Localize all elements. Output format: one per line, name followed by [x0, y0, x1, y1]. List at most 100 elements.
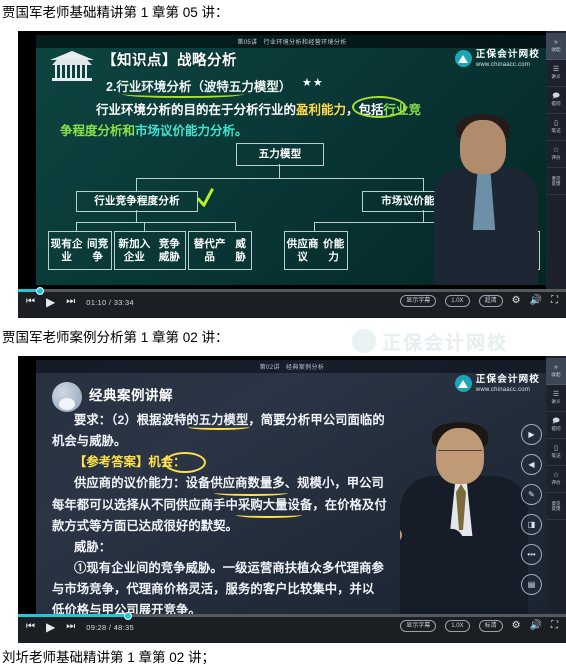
diagram-line-leaf-4: [314, 222, 316, 231]
diagram-line-right-down: [423, 178, 425, 191]
next-icon[interactable]: ⏭: [66, 297, 75, 307]
diagram-leaf-box: 供应商议 价能力: [284, 231, 348, 270]
diagram-leaf-box: 替代产品 威胁: [188, 231, 252, 270]
tool-side-panel-2[interactable]: » 收起 ☰ 讲义 🗩 提问 ▯ 笔记 ☆ 评价 意见 反馈: [546, 356, 566, 614]
video-stage-1[interactable]: 第05讲 行业环境分析和经营环境分析 【知识点】战略分析 2.行业环境分析（波特…: [18, 31, 566, 289]
progress-bar-2[interactable]: [18, 611, 566, 620]
side-panel-label: 笔记: [551, 128, 561, 134]
side-panel-label: 讲义: [551, 74, 561, 80]
side-panel-item-1[interactable]: ☰ 讲义: [546, 60, 566, 87]
list-icon: ☰: [552, 391, 560, 399]
time-separator: /: [108, 297, 112, 307]
diagram-root-box: 五力模型: [236, 143, 324, 166]
overlay-circle-buttons[interactable]: ▶ ◀ ✎ ◨ ••• ▤: [521, 424, 542, 595]
video-player-1[interactable]: 第05讲 行业环境分析和经营环境分析 【知识点】战略分析 2.行业环境分析（波特…: [18, 31, 566, 318]
duration: 33:34: [113, 297, 134, 307]
back-circle-button[interactable]: ◀: [521, 454, 542, 475]
gear-icon[interactable]: ⚙: [512, 296, 521, 306]
play-circle-button[interactable]: ▶: [521, 424, 542, 445]
side-panel-item-5[interactable]: 意见 反馈: [546, 493, 566, 520]
diagram-line-leaf-1: [76, 222, 78, 231]
side-panel-item-3[interactable]: ▯ 笔记: [546, 114, 566, 141]
side-panel-label: 提问: [551, 426, 561, 432]
brand-logo-1: 正保会计网校 www.chinaacc.com: [454, 49, 540, 68]
brand-name: 正保会计网校: [475, 49, 540, 60]
speed-selector-1[interactable]: 1.0X: [445, 295, 470, 308]
side-panel-label: 笔记: [551, 453, 561, 459]
lesson-number: 第05讲: [237, 40, 258, 46]
current-time: 09:28: [86, 622, 107, 632]
side-panel-label: 评价: [551, 480, 561, 486]
subtitle-toggle-2[interactable]: 显示字幕: [400, 620, 437, 633]
prev-icon[interactable]: ⏮: [26, 297, 35, 307]
chalk-ellipse-profit: [352, 96, 406, 118]
video-stage-2[interactable]: 第02讲 经典案例分析 经典案例讲解 要求：（2）根据波特的五力模型，简要分析甲…: [18, 356, 566, 614]
subtitle-toggle-1[interactable]: 显示字幕: [400, 295, 437, 308]
side-panel-item-2[interactable]: 🗩 提问: [546, 412, 566, 439]
slide-lesson-header-1: 第05讲 行业环境分析和经营环境分析: [36, 35, 548, 48]
side-panel-label: 意见 反馈: [551, 175, 561, 186]
slide-title-2: 经典案例讲解: [89, 388, 173, 403]
page-watermark: 正保会计网校: [352, 326, 562, 356]
slide-title-1: 【知识点】战略分析: [102, 53, 237, 69]
more-circle-button[interactable]: •••: [521, 544, 542, 565]
controls-right-group-2: 显示字幕 1.0X 标清 ⚙ 🔊 ⛶: [400, 620, 558, 633]
note-circle-button[interactable]: ▤: [521, 574, 542, 595]
diagram-line-root-down: [279, 164, 281, 178]
slide-lesson-header-2: 第02讲 经典案例分析: [36, 360, 548, 373]
play-icon[interactable]: ▶: [46, 296, 55, 308]
side-panel-item-1[interactable]: ☰ 讲义: [546, 385, 566, 412]
progress-filled: [18, 614, 128, 617]
line4-part-a: 争程度分析和: [60, 124, 136, 138]
side-panel-item-3[interactable]: ▯ 笔记: [546, 439, 566, 466]
progress-knob[interactable]: [35, 286, 44, 295]
gear-icon[interactable]: ⚙: [512, 621, 521, 631]
collapse-icon: »: [554, 39, 558, 47]
list-icon: ☰: [552, 66, 560, 74]
time-display-2: 09:28 / 48:35: [86, 623, 134, 632]
pen-circle-button[interactable]: ✎: [521, 484, 542, 505]
brand-url: www.chinaacc.com: [475, 386, 531, 393]
brand-name: 正保会计网校: [475, 374, 540, 385]
tool-side-panel-1[interactable]: » 收起 ☰ 讲义 🗩 提问 ▯ 笔记 ☆ 评价 意见 反馈: [546, 31, 566, 289]
star-icon: ☆: [552, 147, 560, 155]
instructor-video-feed-2: [400, 414, 530, 614]
slide-stars: ★★: [302, 77, 324, 89]
volume-icon[interactable]: 🔊: [530, 621, 542, 631]
progress-bar-1[interactable]: [18, 286, 566, 295]
side-panel-item-4[interactable]: ☆ 评价: [546, 141, 566, 168]
progress-knob[interactable]: [123, 611, 132, 620]
controls-left-group-2: ⏮ ▶ ⏭ 09:28 / 48:35: [26, 621, 134, 633]
side-panel-item-0[interactable]: » 收起: [546, 358, 566, 385]
speed-selector-2[interactable]: 1.0X: [445, 620, 470, 633]
note-icon: ▯: [554, 120, 558, 128]
diagram-leaf-box: 现有企业 间竞争: [48, 231, 112, 270]
diagram-line-horizontal-1: [136, 178, 424, 180]
play-icon[interactable]: ▶: [46, 621, 55, 633]
current-time: 01:10: [86, 297, 107, 307]
caption-video-1: 贾国军老师基础精讲第 1 章第 05 讲：: [2, 5, 229, 20]
quality-selector-2[interactable]: 标清: [478, 620, 503, 633]
fullscreen-icon[interactable]: ⛶: [551, 621, 558, 631]
side-panel-item-5[interactable]: 意见 反馈: [546, 168, 566, 195]
video-player-2[interactable]: 第02讲 经典案例分析 经典案例讲解 要求：（2）根据波特的五力模型，简要分析甲…: [18, 356, 566, 643]
instructor-video-feed-1: [432, 110, 542, 285]
watermark-text: 正保会计网校: [382, 332, 509, 354]
volume-icon[interactable]: 🔊: [530, 296, 542, 306]
player-controls-2[interactable]: ⏮ ▶ ⏭ 09:28 / 48:35 显示字幕 1.0X 标清 ⚙ 🔊 ⛶: [18, 611, 566, 643]
diagram-line-left-stem: [136, 210, 138, 222]
side-panel-item-2[interactable]: 🗩 提问: [546, 87, 566, 114]
quality-selector-1[interactable]: 超清: [478, 295, 503, 308]
prev-icon[interactable]: ⏮: [26, 622, 35, 632]
screenshot-circle-button[interactable]: ◨: [521, 514, 542, 535]
caption-video-3: 刘圻老师基础精讲第 1 章第 02 讲；: [2, 650, 216, 665]
player-controls-1[interactable]: ⏮ ▶ ⏭ 01:10 / 33:34 显示字幕 1.0X 超清 ⚙ 🔊 ⛶: [18, 286, 566, 318]
side-panel-item-4[interactable]: ☆ 评价: [546, 466, 566, 493]
fullscreen-icon[interactable]: ⛶: [551, 296, 558, 306]
brand-mark-icon: [454, 50, 472, 68]
next-icon[interactable]: ⏭: [66, 622, 75, 632]
watermark-mark-icon: [352, 329, 376, 353]
side-panel-item-0[interactable]: » 收起: [546, 33, 566, 60]
chalk-yellow-underline-3: [236, 512, 302, 518]
brand-mark-icon: [454, 375, 472, 393]
